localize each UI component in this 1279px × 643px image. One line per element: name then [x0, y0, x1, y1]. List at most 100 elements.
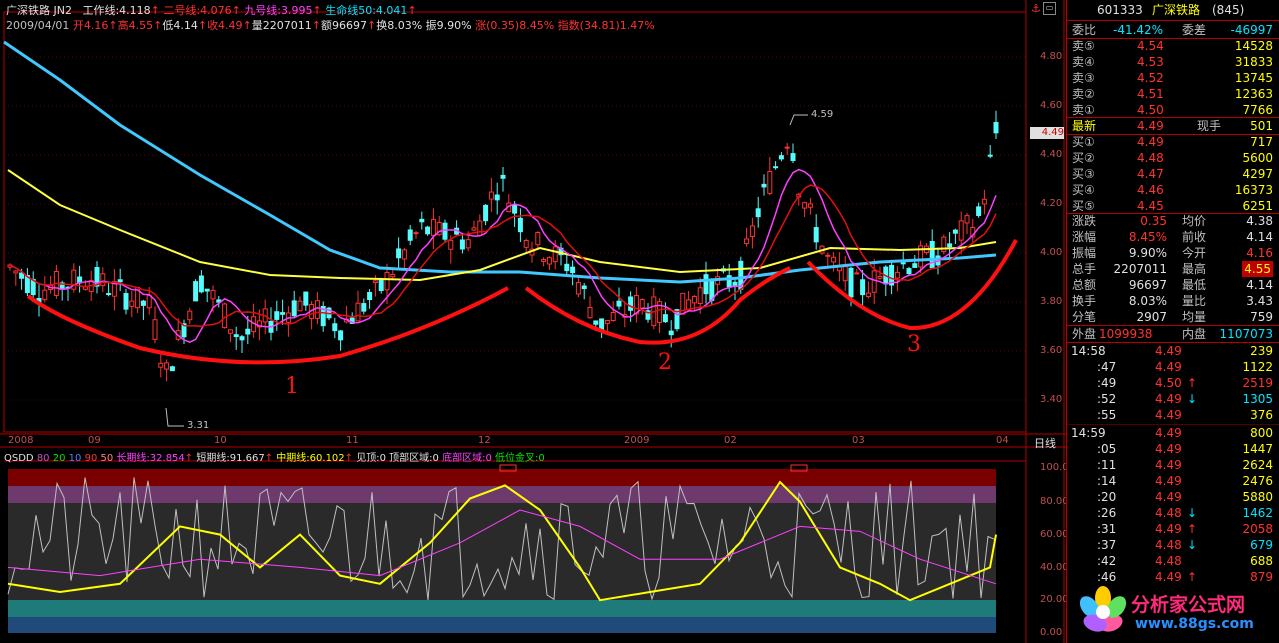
x-tick: 2008: [8, 435, 34, 446]
bar-low: 低4.14: [162, 19, 198, 32]
qsdd-header: QSDD 80 20 10 90 50 长期线:32.854↑ 短期线:91.6…: [4, 453, 545, 464]
stat-row: 涨跌 0.35 均价 4.38: [1072, 214, 1273, 228]
last-row: 最新 4.49 现手 501: [1072, 119, 1273, 133]
tick-row: :31 4.49 ↑ 2058: [1097, 522, 1273, 536]
tick-row: :37 4.48 ↓ 679: [1097, 538, 1273, 552]
watermark-text: 分析家公式网: [1131, 594, 1246, 616]
stock-code: 601333: [1097, 3, 1143, 17]
anchor-icon[interactable]: ⚓: [1031, 2, 1041, 15]
stock-header: 601333 广深铁路 (845): [1067, 2, 1277, 20]
qsdd-mid: 中期线:60.102: [276, 453, 345, 464]
qsdd-title: QSDD: [4, 453, 34, 464]
weibi-row: 委比 -41.42% 委差 -46997: [1072, 23, 1273, 37]
qsdd-p1: 80: [36, 453, 50, 464]
stat-row: 总额 96697 最低 4.14: [1072, 278, 1273, 292]
high-marker: [789, 114, 808, 126]
ask-row: 卖⑤ 4.54 14528: [1072, 39, 1273, 53]
bar-close: 收4.49: [207, 19, 243, 32]
price-tick: 3.80: [1040, 296, 1063, 307]
x-tick: 11: [346, 435, 359, 446]
flower-logo-icon: [1079, 586, 1127, 632]
qsdd-axis-tick: 0.00: [1040, 627, 1063, 638]
x-tick: 03: [852, 435, 865, 446]
tick-row: :20 4.49 5880: [1097, 490, 1273, 504]
qsdd-bottom-zone: 底部区域:0: [442, 453, 492, 464]
bar-index: 指数(34.81)1.47%: [557, 19, 655, 32]
tick-row: :52 4.49 ↓ 1305: [1097, 392, 1273, 406]
tick-row: :11 4.49 2624: [1097, 458, 1273, 472]
qsdd-mid-band: [8, 503, 996, 600]
stat-row: 换手 8.03% 量比 3.43: [1072, 294, 1273, 308]
line2-value: 二号线:4.076: [163, 4, 232, 17]
bar-volume: 量2207011: [251, 19, 312, 32]
watermark-logo: 分析家公式网 www.88gs.com: [1073, 584, 1277, 640]
stat-row: 涨幅 8.45% 前收 4.14: [1072, 230, 1273, 244]
bar-change: 涨(0.35)8.45%: [475, 19, 555, 32]
qsdd-jian: 见顶:0: [356, 453, 386, 464]
price-tick: 4.40: [1040, 149, 1063, 160]
work-line-value: 工作线:4.118: [82, 4, 151, 17]
current-price-tag: 4.49: [1030, 127, 1064, 139]
watermark-url: www.88gs.com: [1135, 616, 1254, 632]
tick-row: :14 4.49 2476: [1097, 474, 1273, 488]
price-tick: 4.00: [1040, 247, 1063, 258]
stock-num: (845): [1212, 3, 1245, 17]
qsdd-axis-tick: 60.00: [1040, 529, 1069, 540]
cup-label-3: 3: [907, 332, 921, 357]
line9-value: 九号线:3.995: [244, 4, 313, 17]
indicator-header: 广深铁路 JN2 工作线:4.118↑ 二号线:4.076↑ 九号线:3.995…: [6, 4, 417, 17]
price-tick: 4.60: [1040, 100, 1063, 111]
x-tick: 10: [214, 435, 227, 446]
tick-row: :46 4.49 ↑ 879: [1097, 570, 1273, 584]
tick-row: :55 4.49 376: [1097, 408, 1273, 422]
stat-row: 总手 2207011 最高 4.55: [1072, 261, 1273, 277]
qsdd-axis-tick: 40.00: [1040, 562, 1069, 573]
tick-row: :49 4.50 ↑ 2519: [1097, 376, 1273, 390]
x-tick: 2009: [624, 435, 650, 446]
price-tick: 3.60: [1040, 345, 1063, 356]
tick-row: :47 4.49 1122: [1097, 360, 1273, 374]
qsdd-top-zone: 顶部区域:0: [389, 453, 439, 464]
bar-turnover: 换8.03%: [376, 19, 423, 32]
tick-row: :42 4.48 688: [1097, 554, 1273, 568]
bar-amount: 额96697: [321, 19, 367, 32]
tick-row: 14:59 4.49 800: [1071, 426, 1273, 440]
tick-row: :05 4.49 1447: [1097, 442, 1273, 456]
bar-high: 高4.55: [117, 19, 154, 32]
life-line-value: 生命线50:4.041: [325, 4, 408, 17]
qsdd-lower-band: [8, 600, 996, 617]
bar-date: 2009/04/01: [6, 19, 70, 32]
x-tick: 12: [478, 435, 491, 446]
qsdd-golden: 低位金叉:0: [495, 453, 545, 464]
qsdd-top-band: [8, 469, 996, 486]
ask-row: 卖② 4.51 12363: [1072, 87, 1273, 101]
high-label: 4.59: [811, 109, 834, 120]
x-tick: 04: [996, 435, 1009, 446]
qsdd-axis-tick: 20.00: [1040, 594, 1069, 605]
low-label: 3.31: [187, 420, 210, 431]
stat-row: 分笔 2907 均量 759: [1072, 310, 1273, 324]
qsdd-p5: 50: [100, 453, 114, 464]
qsdd-p3: 10: [68, 453, 82, 464]
x-tick: 09: [88, 435, 101, 446]
candlesticks: [7, 110, 999, 382]
qsdd-upper-band: [8, 486, 996, 503]
kline-chart[interactable]: [0, 0, 1066, 643]
stock-title: 广深铁路 JN2: [6, 4, 72, 17]
ask-row: 卖① 4.50 7766: [1072, 103, 1273, 117]
bid-row: 买③ 4.47 4297: [1072, 167, 1273, 181]
minimize-icon[interactable]: ▭: [1043, 2, 1056, 15]
bar-info: 2009/04/01 开4.16↑高4.55↑低4.14↑收4.49↑量2207…: [6, 19, 655, 32]
qsdd-short: 短期线:91.667: [196, 453, 265, 464]
bid-row: 买④ 4.46 16373: [1072, 183, 1273, 197]
cup-label-1: 1: [285, 374, 299, 399]
bid-row: 买⑤ 4.45 6251: [1072, 199, 1273, 213]
bid-row: 买② 4.48 5600: [1072, 151, 1273, 165]
ask-row: 卖④ 4.53 31833: [1072, 55, 1273, 69]
qsdd-long: 长期线:32.854: [116, 453, 185, 464]
period-tab-daily[interactable]: 日线: [1034, 435, 1056, 451]
qsdd-p2: 20: [52, 453, 66, 464]
bar-open: 开4.16: [72, 19, 109, 32]
tick-row: :26 4.48 ↓ 1462: [1097, 506, 1273, 520]
ask-row: 卖③ 4.52 13745: [1072, 71, 1273, 85]
